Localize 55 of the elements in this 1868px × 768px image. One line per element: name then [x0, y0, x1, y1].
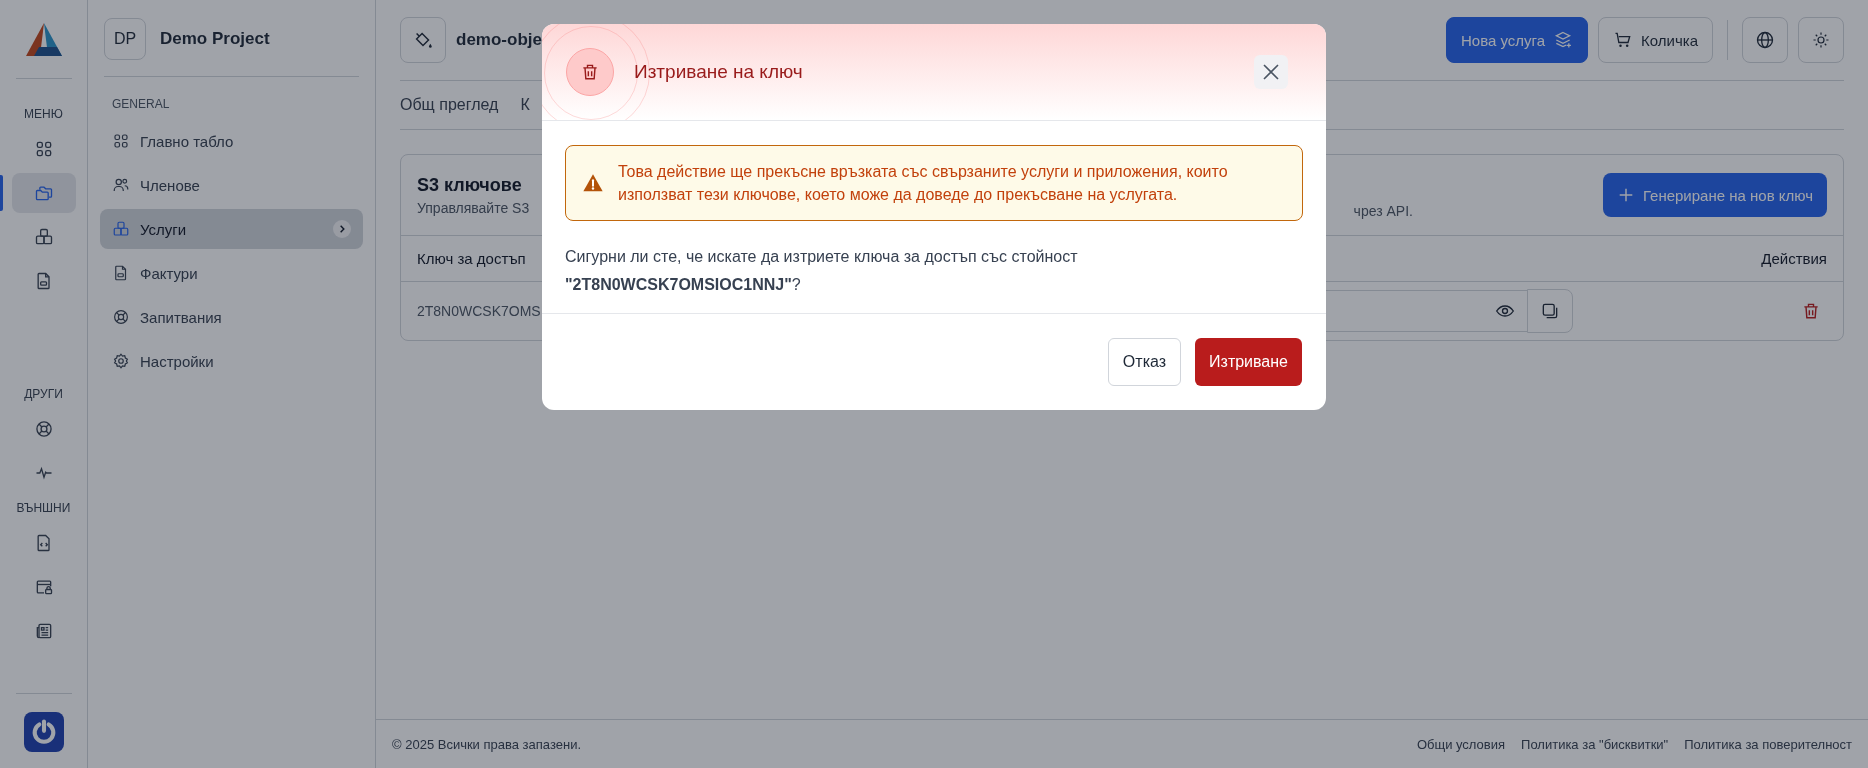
section-label: ВЪНШНИ [16, 501, 71, 515]
nav-item[interactable]: Членове [100, 165, 363, 205]
generate-key-button[interactable]: Генериране на нов ключ [1602, 173, 1827, 217]
card-subtitle: чрез API. [1353, 203, 1413, 219]
chevron-icon [333, 220, 351, 238]
project-avatar: DP [104, 18, 146, 60]
dialog-title: Изтриване на ключ [634, 61, 803, 83]
copy-button[interactable] [1527, 289, 1573, 333]
footer-link[interactable]: Общи условия [1416, 736, 1506, 752]
footer-link[interactable]: Политика за "бисквитки" [1521, 736, 1669, 752]
nav-heading: GENERAL [111, 97, 171, 111]
bucket-name: demo-obje [456, 30, 542, 50]
card-title: S3 ключове [417, 174, 523, 196]
column-header: Ключ за достъп [417, 250, 526, 267]
section-label: МЕНЮ [24, 107, 63, 121]
table-cell: 2T8N0WCSK7OMS [417, 303, 541, 319]
nav-item[interactable]: Услуги [100, 209, 363, 249]
sun-icon [1812, 31, 1830, 49]
cancel-button[interactable]: Отказ [1107, 338, 1182, 387]
confirm-message: Сигурни ли сте, че искате да изтриете ключа за достъп със стойност "2T8N0WCSK7OMSIOC1NNJ"? [565, 247, 1079, 296]
tab[interactable]: К [520, 96, 530, 114]
close-button[interactable] [1254, 55, 1288, 89]
globe-icon [1755, 30, 1775, 50]
language-button[interactable] [1742, 17, 1788, 63]
rail-item[interactable] [11, 173, 76, 213]
column-header: Действия [1761, 250, 1827, 267]
section-label: ДРУГИ [24, 387, 63, 401]
nav-item[interactable]: Главно табло [100, 121, 363, 161]
settings-icon [112, 352, 130, 370]
new-service-button[interactable]: Нова услуга [1446, 17, 1589, 63]
layers-icon [1553, 30, 1574, 50]
grid-icon [112, 132, 130, 150]
copy-icon [1540, 301, 1560, 321]
nav-item[interactable]: Настройки [100, 341, 363, 381]
warning-text: Това действие ще прекъсне връзката със свързаните услуги и приложения, които използват тези ключове, което може да доведе до прекъсване на услугата. [618, 162, 1229, 206]
lifebuoy-icon [33, 419, 54, 439]
boxes-icon [33, 227, 54, 247]
tab[interactable]: Общ преглед [400, 96, 499, 114]
boxes-icon [112, 220, 130, 238]
delete-icon[interactable] [1801, 301, 1821, 321]
bucket-button[interactable] [400, 17, 446, 63]
footer-link[interactable]: Политика за поверителност [1684, 736, 1852, 752]
project-name: Demo Project [160, 29, 270, 49]
copyright-text: © 2025 Всички права запазени. [392, 736, 581, 752]
card-subtitle: Управлявайте S3 [417, 199, 530, 216]
nav-item[interactable]: Фактури [100, 253, 363, 293]
theme-button[interactable] [1798, 17, 1844, 63]
users-icon [112, 176, 130, 194]
delete-button[interactable]: Изтриване [1195, 338, 1302, 387]
close-icon [1261, 62, 1281, 82]
trash-icon [580, 62, 600, 82]
lifebuoy-icon [112, 308, 130, 326]
cart-button[interactable]: Количка [1598, 17, 1713, 63]
nav-item[interactable]: Запитвания [100, 297, 363, 337]
power-button[interactable] [23, 712, 64, 752]
